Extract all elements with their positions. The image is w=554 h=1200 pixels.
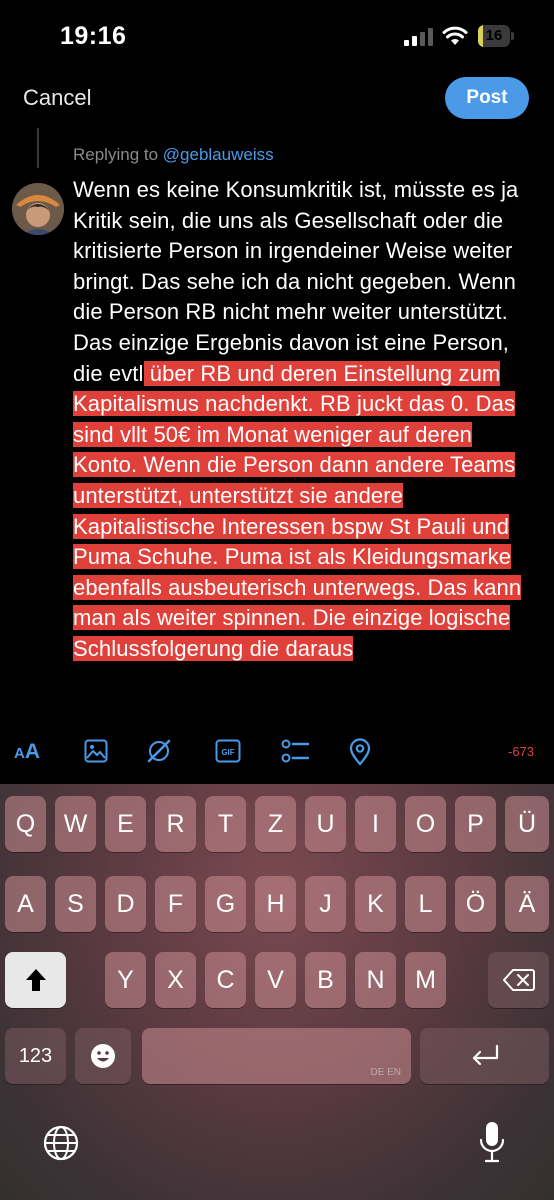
return-icon	[472, 1044, 498, 1066]
shift-key[interactable]	[5, 952, 66, 1008]
key-k[interactable]: K	[355, 876, 396, 932]
key-w[interactable]: W	[55, 796, 96, 852]
key-g[interactable]: G	[205, 876, 246, 932]
key-c[interactable]: C	[205, 952, 246, 1008]
replying-to-label: Replying to @geblauweiss	[73, 145, 274, 165]
globe-icon[interactable]	[42, 1124, 80, 1162]
image-icon[interactable]	[84, 738, 108, 764]
gif-icon[interactable]: GIF	[215, 738, 241, 764]
poll-icon[interactable]	[281, 738, 309, 764]
backspace-icon	[502, 969, 535, 991]
cellular-signal-icon	[404, 28, 433, 46]
replying-prefix: Replying to	[73, 145, 163, 164]
key-l[interactable]: L	[405, 876, 446, 932]
key-e[interactable]: E	[105, 796, 146, 852]
cancel-button[interactable]: Cancel	[23, 85, 91, 111]
key-ue[interactable]: Ü	[505, 796, 549, 852]
emoji-key[interactable]	[75, 1028, 131, 1084]
key-t[interactable]: T	[205, 796, 246, 852]
key-u[interactable]: U	[305, 796, 346, 852]
emoji-icon	[91, 1044, 115, 1068]
wifi-icon	[442, 26, 468, 45]
key-q[interactable]: Q	[5, 796, 46, 852]
avatar[interactable]	[12, 183, 64, 235]
thread-connector-line	[37, 128, 39, 168]
key-a[interactable]: A	[5, 876, 46, 932]
key-m[interactable]: M	[405, 952, 446, 1008]
return-key[interactable]	[420, 1028, 549, 1084]
key-p[interactable]: P	[455, 796, 496, 852]
key-y[interactable]: Y	[105, 952, 146, 1008]
microphone-icon[interactable]	[478, 1120, 506, 1164]
key-f[interactable]: F	[155, 876, 196, 932]
key-s[interactable]: S	[55, 876, 96, 932]
key-ae[interactable]: Ä	[505, 876, 549, 932]
key-j[interactable]: J	[305, 876, 346, 932]
status-bar: 19:16 16	[0, 0, 554, 70]
key-x[interactable]: X	[155, 952, 196, 1008]
avatar-image-icon	[12, 183, 64, 235]
character-counter: -673	[508, 744, 535, 759]
key-n[interactable]: N	[355, 952, 396, 1008]
key-o[interactable]: O	[405, 796, 446, 852]
location-icon[interactable]	[348, 738, 372, 766]
key-v[interactable]: V	[255, 952, 296, 1008]
compose-text-over-limit: über RB und deren Einstellung zum Kapita…	[73, 360, 522, 661]
backspace-key[interactable]	[488, 952, 549, 1008]
battery-icon: 16	[478, 25, 516, 47]
key-z[interactable]: Z	[255, 796, 296, 852]
key-r[interactable]: R	[155, 796, 196, 852]
gif-label: GIF	[221, 748, 234, 757]
key-d[interactable]: D	[105, 876, 146, 932]
reply-handle-link[interactable]: @geblauweiss	[163, 145, 274, 164]
tweet-compose-input[interactable]: Wenn es keine Konsumkritik ist, müsste e…	[73, 175, 531, 719]
alt-icon[interactable]	[146, 738, 172, 764]
keyboard: Q W E R T Z U I O P Ü A S D F G H J K L …	[0, 784, 554, 1200]
space-language-label: DE EN	[370, 1067, 401, 1078]
compose-text-within-limit: Wenn es keine Konsumkritik ist, müsste e…	[73, 177, 519, 386]
post-button[interactable]: Post	[445, 77, 529, 119]
key-i[interactable]: I	[355, 796, 396, 852]
shift-arrow-icon	[25, 969, 46, 991]
status-time: 19:16	[60, 22, 127, 50]
compose-toolbar: AA GIF	[0, 718, 554, 784]
key-h[interactable]: H	[255, 876, 296, 932]
key-oe[interactable]: Ö	[455, 876, 496, 932]
battery-level: 16	[485, 27, 503, 44]
numbers-key[interactable]: 123	[5, 1028, 66, 1084]
text-size-icon[interactable]: AA	[14, 740, 40, 766]
key-b[interactable]: B	[305, 952, 346, 1008]
space-bar[interactable]: DE EN	[142, 1028, 411, 1084]
